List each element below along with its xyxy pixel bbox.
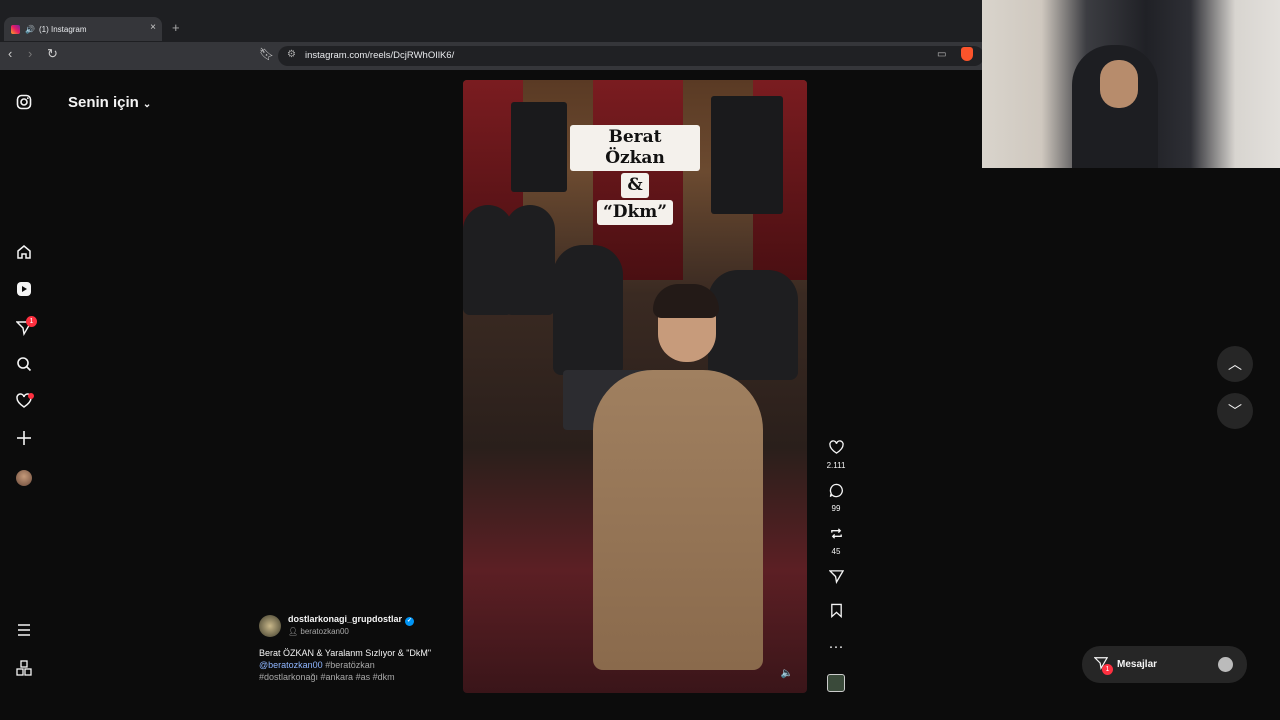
webcam-overlay [982, 0, 1280, 168]
profile-avatar[interactable] [14, 468, 34, 488]
instagram-favicon-icon [11, 24, 20, 34]
back-icon[interactable]: ‹ [8, 46, 12, 61]
save-button[interactable] [822, 603, 850, 623]
send-icon [822, 569, 850, 589]
browser-tab[interactable]: 🔊 (1) Instagram × [4, 17, 162, 41]
overlay-line: Berat Özkan [570, 125, 700, 171]
reel-video[interactable]: Berat Özkan & “Dkm” 🔈 [463, 80, 807, 693]
instagram-sidebar: 1 [0, 70, 48, 720]
musician-person [708, 270, 798, 380]
video-overlay-title: Berat Özkan & “Dkm” [570, 124, 700, 226]
speaker-right [711, 96, 783, 214]
brave-shield-icon[interactable] [961, 47, 973, 61]
speaker-icon[interactable]: 🔊 [25, 25, 35, 34]
chevron-up-icon: ︿ [1228, 356, 1242, 372]
also-from-meta-icon[interactable] [14, 660, 34, 680]
overlay-line: “Dkm” [596, 200, 674, 225]
messages-badge: 1 [26, 316, 37, 327]
audio-user-icon: 👤︎ [288, 627, 299, 636]
messages-icon[interactable]: 1 [14, 316, 37, 340]
messages-button[interactable]: 1 Mesajlar [1082, 646, 1247, 683]
more-icon: ··· [828, 638, 844, 655]
avatar [1218, 657, 1233, 672]
chevron-down-icon: ﹀ [1228, 403, 1242, 419]
feed-title: Senin için [68, 94, 139, 111]
reload-icon[interactable]: ↻ [47, 46, 58, 62]
home-icon[interactable] [14, 244, 34, 264]
caption-line: Berat ÖZKAN & Yaralanm Sızlıyor & "DkM" [259, 648, 432, 658]
tab-close-icon[interactable]: × [150, 22, 156, 33]
singer-hair [653, 284, 719, 318]
account-name[interactable]: dostlarkonagi_grupdostlar ✓ [288, 614, 415, 626]
original-audio-thumbnail[interactable] [827, 674, 845, 692]
like-button[interactable]: 2.111 [822, 440, 850, 470]
messages-label: Mesajlar [1117, 659, 1158, 670]
overlay-line: & [621, 173, 649, 198]
account-name-text: dostlarkonagi_grupdostlar [288, 614, 403, 624]
cast-icon[interactable]: ▭ [937, 49, 946, 60]
more-options-button[interactable]: ··· [822, 638, 850, 656]
audio-link[interactable]: 👤︎ beratozkan00 [288, 627, 349, 636]
like-count: 2.111 [826, 461, 846, 470]
create-plus-icon[interactable] [14, 430, 34, 450]
more-menu-icon[interactable] [14, 622, 34, 642]
notification-dot [28, 393, 34, 399]
forward-icon[interactable]: › [28, 46, 32, 61]
reels-icon[interactable] [14, 281, 34, 301]
search-icon[interactable] [14, 356, 34, 376]
site-settings-icon[interactable]: ⚙ [287, 49, 296, 60]
repost-icon [822, 526, 850, 546]
avatar [16, 470, 32, 486]
comment-count: 99 [831, 504, 841, 513]
next-reel-button[interactable]: ﹀ [1217, 393, 1253, 429]
mention-link[interactable]: @beratozkan00 [259, 660, 323, 670]
notifications-heart-icon[interactable] [14, 393, 34, 413]
verified-badge-icon: ✓ [405, 617, 415, 626]
share-button[interactable] [822, 569, 850, 589]
new-tab-button[interactable]: + [172, 20, 180, 35]
sound-toggle-icon[interactable]: 🔈 [781, 668, 793, 679]
repost-button[interactable]: 45 [822, 526, 850, 556]
audience-person [505, 205, 555, 315]
messages-badge: 1 [1102, 664, 1113, 675]
heart-icon [822, 440, 850, 460]
hashtag[interactable]: #beratözkan [325, 660, 375, 670]
instagram-logo-icon[interactable] [14, 94, 34, 114]
caption-text: Berat ÖZKAN & Yaralanm Sızlıyor & "DkM" … [259, 647, 459, 683]
url-text: instagram.com/reels/DcjRWhOIlK6/ [305, 50, 455, 61]
chevron-down-icon: ⌄ [142, 99, 152, 110]
comment-icon [822, 483, 850, 503]
singer-body [593, 370, 763, 670]
comment-button[interactable]: 99 [822, 483, 850, 513]
speaker-left [511, 102, 567, 192]
audio-name: beratozkan00 [300, 627, 349, 636]
bookmark-icon [822, 603, 850, 623]
address-bar[interactable]: ⚙ instagram.com/reels/DcjRWhOIlK6/ [278, 46, 984, 66]
hashtags-line[interactable]: #dostlarkonağı #ankara #as #dkm [259, 672, 395, 682]
feed-selector[interactable]: Senin için ⌄ [68, 94, 151, 111]
tab-title: (1) Instagram [38, 24, 87, 34]
repost-count: 45 [831, 547, 841, 556]
account-avatar[interactable] [259, 615, 281, 637]
webcam-face [1100, 60, 1138, 108]
bookmark-page-icon[interactable]: 🔖︎ [259, 47, 274, 61]
musician-person [553, 245, 623, 375]
previous-reel-button[interactable]: ︿ [1217, 346, 1253, 382]
